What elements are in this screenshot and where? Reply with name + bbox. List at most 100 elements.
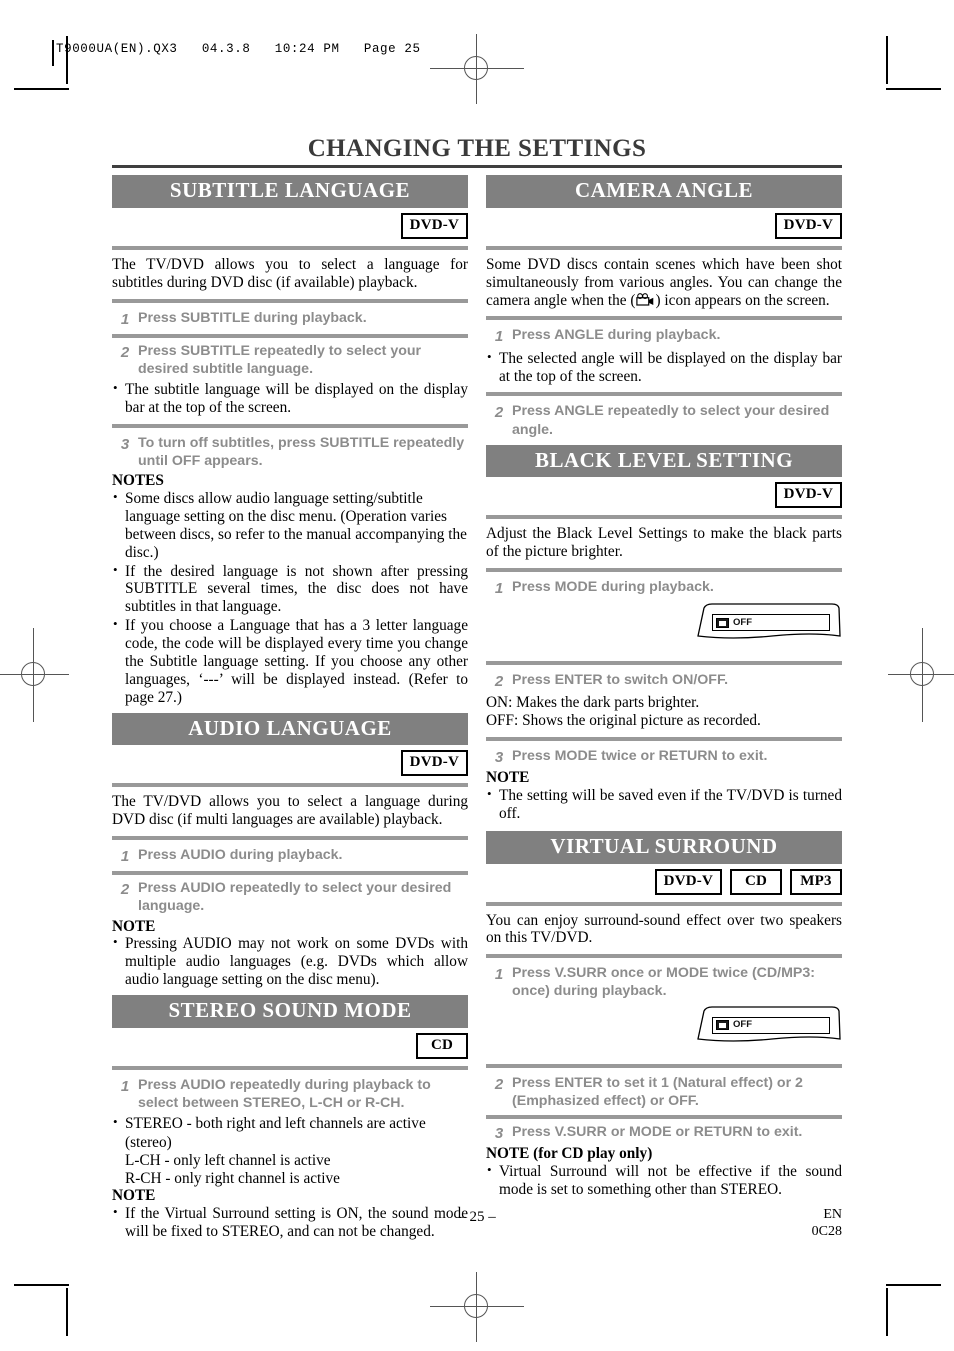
- step-item: 1 Press ANGLE during playback.: [486, 326, 842, 346]
- section-black-level-setting: BLACK LEVEL SETTING DVD-V Adjust the Bla…: [486, 444, 842, 823]
- section-rule: [112, 245, 468, 250]
- on-description: ON: Makes the dark parts brighter.: [486, 694, 700, 712]
- osd-value-label: OFF: [733, 616, 752, 628]
- off-description: OFF: Shows the original picture as recor…: [486, 712, 761, 730]
- osd-screen-illustration: OFF: [692, 602, 842, 654]
- section-camera-angle: CAMERA ANGLE DVD-V Some DVD discs contai…: [486, 175, 842, 439]
- step-text: Press SUBTITLE during playback.: [138, 309, 367, 326]
- page-title: CHANGING THE SETTINGS: [307, 135, 647, 162]
- badge-dvd-v: DVD-V: [774, 212, 842, 239]
- bullet-item: The selected angle will be displayed on …: [486, 349, 842, 386]
- step-rule: [112, 423, 468, 428]
- step-rule: [486, 661, 842, 666]
- step-number: 2: [120, 343, 130, 361]
- footer-codes: EN 0C28: [812, 1207, 842, 1240]
- section-rule: [486, 245, 842, 250]
- section-intro: Adjust the Black Level Settings to make …: [486, 525, 842, 561]
- step-number: 1: [120, 310, 130, 328]
- section-intro: You can enjoy surround-sound effect over…: [486, 911, 842, 947]
- crop-mark-bottom-right-h: [886, 1284, 941, 1286]
- virtual-surround-indicator-icon: [716, 1020, 729, 1031]
- step-number: 2: [120, 881, 130, 899]
- disc-type-badges: CD: [112, 1032, 468, 1059]
- step-item: 2 Press SUBTITLE repeatedly to select yo…: [112, 342, 468, 378]
- badge-cd: CD: [416, 1032, 468, 1059]
- disc-type-badges: DVD-V: [112, 750, 468, 777]
- section-rule: [112, 783, 468, 788]
- section-banner: STEREO SOUND MODE: [112, 995, 468, 1028]
- step-item: 3 To turn off subtitles, press SUBTITLE …: [112, 434, 468, 470]
- badge-dvd-v: DVD-V: [774, 482, 842, 509]
- step-number: 1: [120, 1077, 130, 1095]
- registration-mark-top: [430, 34, 524, 104]
- badge-mp3: MP3: [790, 868, 842, 895]
- section-intro: The TV/DVD allows you to select a langua…: [112, 255, 468, 291]
- notes-heading: NOTES: [112, 472, 164, 490]
- step-number: 2: [494, 404, 504, 422]
- step-text: Press MODE during playback.: [512, 579, 714, 596]
- crop-mark-bottom-left-v: [66, 1288, 68, 1336]
- step-item: 1 Press SUBTITLE during playback.: [112, 309, 468, 329]
- step-rule: [112, 298, 468, 303]
- step-text: Press ENTER to set it 1 (Natural effect)…: [512, 1074, 803, 1109]
- step-text: Press AUDIO repeatedly during playback t…: [138, 1076, 431, 1111]
- note-item: Some discs allow audio language setting/…: [112, 489, 468, 562]
- step-number: 1: [494, 966, 504, 984]
- title-divider: [112, 165, 842, 169]
- step-text: Press V.SURR or MODE or RETURN to exit.: [512, 1123, 803, 1140]
- section-audio-language: AUDIO LANGUAGE DVD-V The TV/DVD allows y…: [112, 712, 468, 989]
- disc-type-badges: DVD-V: [486, 212, 842, 239]
- crop-mark-top-right-h: [886, 88, 941, 90]
- step-number: 1: [494, 580, 504, 598]
- step-number: 3: [120, 435, 130, 453]
- crop-mark-bottom-right-v: [886, 1288, 888, 1336]
- registration-mark-left: [0, 628, 69, 722]
- osd-value-label: OFF: [733, 1019, 752, 1031]
- channel-line: R-CH - only right channel is active: [125, 1169, 340, 1187]
- step-bullet-list: The selected angle will be displayed on …: [486, 349, 842, 386]
- section-banner: BLACK LEVEL SETTING: [486, 444, 842, 478]
- channel-bullet-list: STEREO - both right and left channels ar…: [112, 1114, 468, 1133]
- note-item: Virtual Surround will not be effective i…: [486, 1162, 842, 1199]
- disc-type-badges: DVD-V: [112, 212, 468, 239]
- disc-type-badges: DVD-V CD MP3: [486, 868, 842, 895]
- camera-angle-icon: [635, 292, 656, 307]
- note-heading: NOTE: [112, 917, 156, 935]
- step-item: 2 Press ENTER to set it 1 (Natural effec…: [486, 1074, 842, 1110]
- step-item: 3 Press V.SURR or MODE or RETURN to exit…: [486, 1123, 842, 1143]
- step-text: Press MODE twice or RETURN to exit.: [512, 748, 768, 765]
- step-item: 1 Press AUDIO repeatedly during playback…: [112, 1076, 468, 1112]
- notes-list: Virtual Surround will not be effective i…: [486, 1162, 842, 1199]
- bullet-item: The subtitle language will be displayed …: [112, 380, 468, 417]
- black-level-indicator-icon: [716, 617, 729, 628]
- note-heading: NOTE (for CD play only): [486, 1145, 653, 1163]
- osd-screen-illustration: OFF: [692, 1005, 842, 1057]
- step-number: 1: [120, 848, 130, 865]
- bullet-item: STEREO - both right and left channels ar…: [112, 1114, 468, 1133]
- step-item: 1 Press V.SURR once or MODE twice (CD/MP…: [486, 964, 842, 1000]
- osd-illustration-wrapper: OFF: [486, 1005, 842, 1057]
- crop-mark-top-right-v: [886, 36, 888, 84]
- step-text: Press ENTER to switch ON/OFF.: [512, 672, 729, 689]
- notes-list: Pressing AUDIO may not work on some DVDs…: [112, 934, 468, 989]
- section-banner: CAMERA ANGLE: [486, 175, 842, 208]
- note-item: Pressing AUDIO may not work on some DVDs…: [112, 934, 468, 989]
- manual-page: T9000UA(EN).QX3 04.3.8 10:24 PM Page 25 …: [0, 0, 954, 1351]
- left-column: SUBTITLE LANGUAGE DVD-V The TV/DVD allow…: [112, 175, 468, 1242]
- notes-list: Some discs allow audio language setting/…: [112, 489, 468, 707]
- step-item: 2 Press AUDIO repeatedly to select your …: [112, 879, 468, 915]
- right-column: CAMERA ANGLE DVD-V Some DVD discs contai…: [486, 175, 842, 1200]
- step-number: 1: [494, 328, 504, 346]
- step-text: Press AUDIO during playback.: [138, 847, 343, 863]
- step-rule: [486, 316, 842, 321]
- two-column-layout: SUBTITLE LANGUAGE DVD-V The TV/DVD allow…: [112, 175, 842, 1242]
- crop-mark-bottom-left-h: [14, 1284, 69, 1286]
- disc-type-badges: DVD-V: [486, 482, 842, 509]
- crop-mark-top-left-h: [14, 88, 69, 90]
- footer-language-code: EN: [823, 1207, 842, 1222]
- osd-illustration-wrapper: OFF: [486, 602, 842, 654]
- section-banner: SUBTITLE LANGUAGE: [112, 175, 468, 208]
- osd-status-bar: OFF: [712, 614, 830, 632]
- note-heading: NOTE: [486, 769, 530, 787]
- badge-cd: CD: [730, 868, 782, 895]
